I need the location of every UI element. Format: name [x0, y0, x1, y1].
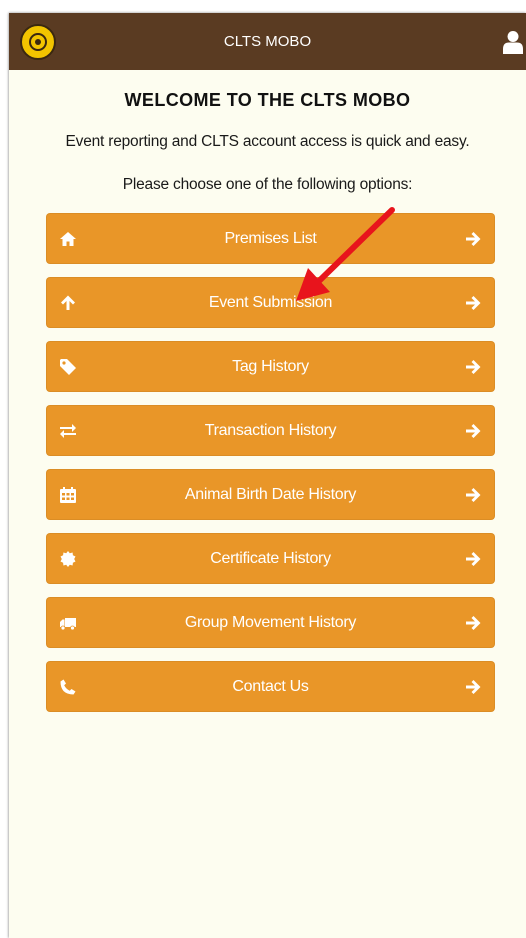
welcome-heading: WELCOME TO THE CLTS MOBO: [124, 90, 411, 110]
premises-list-label: Premises List: [224, 230, 317, 247]
certificate-history-button[interactable]: Certificate History: [46, 533, 495, 584]
group-movement-history-button[interactable]: Group Movement History: [46, 597, 495, 648]
options-prompt: Please choose one of the following optio…: [122, 176, 413, 193]
animal-birth-date-history-label: Animal Birth Date History: [184, 486, 357, 503]
tag-history-button[interactable]: Tag History: [46, 341, 495, 392]
premises-list-button[interactable]: Premises List: [46, 213, 495, 264]
arrow-right-icon: [466, 552, 481, 566]
arrow-right-icon: [466, 296, 481, 310]
tag-history-label: Tag History: [232, 358, 309, 375]
contact-us-button[interactable]: Contact Us: [46, 661, 495, 712]
arrow-right-icon: [466, 360, 481, 374]
group-movement-history-label: Group Movement History: [184, 614, 357, 631]
certificate-history-label: Certificate History: [210, 550, 331, 567]
transaction-history-button[interactable]: Transaction History: [46, 405, 495, 456]
annotation-arrow: [296, 207, 395, 301]
transaction-history-label: Transaction History: [204, 422, 337, 439]
animal-birth-date-history-button[interactable]: Animal Birth Date History: [46, 469, 495, 520]
arrow-right-icon: [466, 424, 481, 438]
event-submission-button[interactable]: Event Submission: [46, 277, 495, 328]
app-header: CLTS MOBO: [9, 13, 526, 70]
user-icon[interactable]: [503, 30, 523, 54]
intro-text: Event reporting and CLTS account access …: [65, 133, 470, 150]
arrow-right-icon: [466, 616, 481, 630]
arrow-right-icon: [466, 680, 481, 694]
arrow-right-icon: [466, 232, 481, 246]
arrow-right-icon: [466, 488, 481, 502]
contact-us-label: Contact Us: [232, 678, 309, 695]
app-frame: CLTS MOBO WELCOME TO THE CLTS MOBO Event…: [9, 13, 526, 938]
app-title: CLTS MOBO: [223, 33, 312, 50]
event-submission-label: Event Submission: [208, 294, 333, 311]
